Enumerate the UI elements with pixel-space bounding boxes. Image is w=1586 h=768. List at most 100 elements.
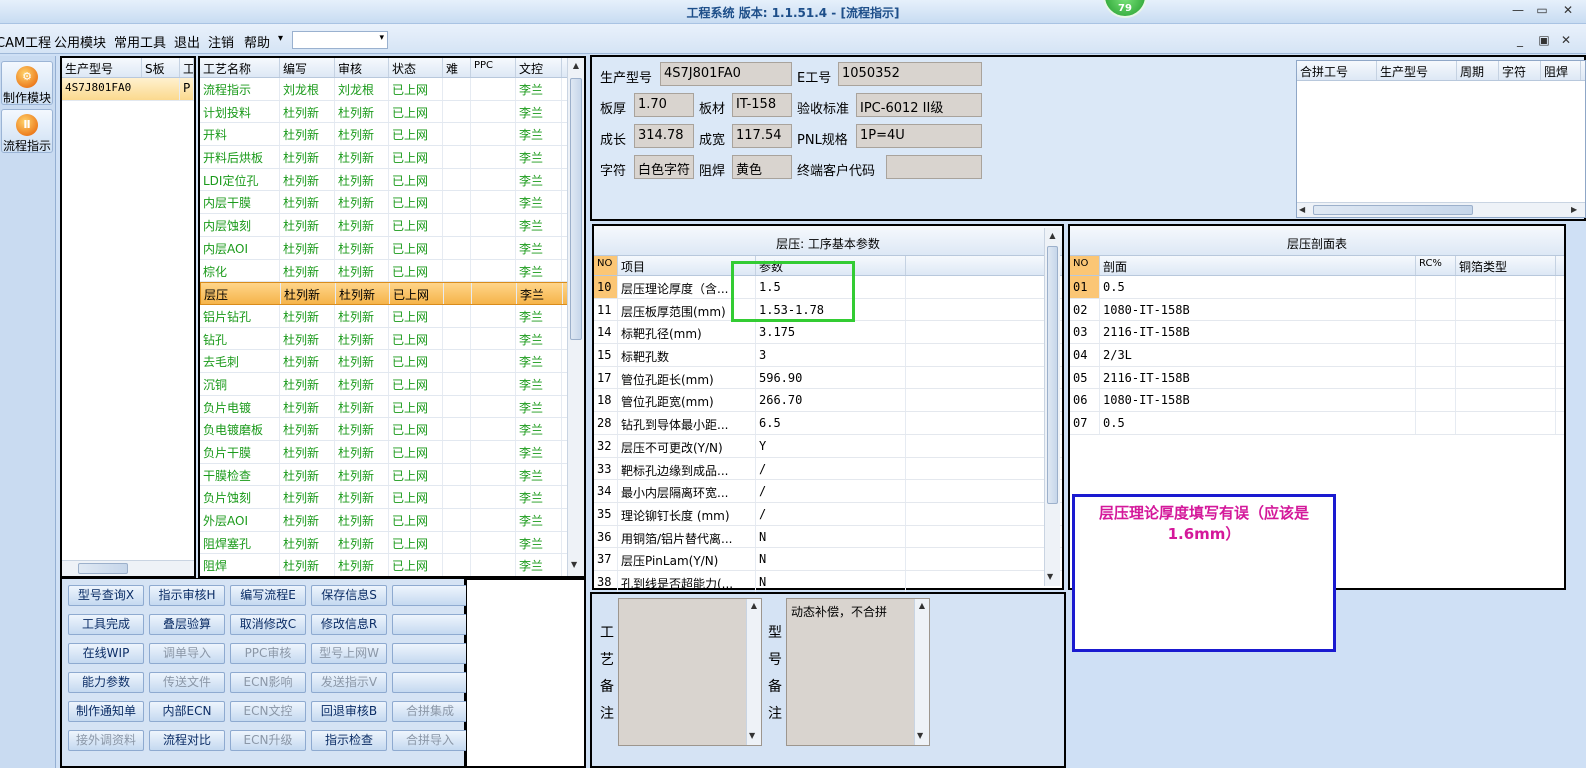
pnl-field[interactable]: 1P=4U [856, 124, 982, 148]
mdi-close-button[interactable]: ✕ [1556, 33, 1576, 47]
param-row[interactable]: 34 最小内层隔离环宽... / [594, 480, 1062, 503]
scroll-up-icon[interactable]: ▲ [568, 61, 584, 70]
params-vscroll-thumb[interactable] [1047, 246, 1058, 504]
col-header-mask[interactable]: 阻焊 [1541, 61, 1581, 80]
scroll-down-icon[interactable]: ▼ [1047, 572, 1053, 581]
scroll-down-icon[interactable]: ▼ [749, 731, 755, 740]
module-button-make[interactable]: ⚙ 制作模块 [1, 61, 53, 105]
profile-row[interactable]: 02 1080-IT-158B [1070, 298, 1564, 322]
process-vscroll-thumb[interactable] [570, 78, 582, 340]
col-header-model[interactable]: 生产型号 [62, 58, 142, 77]
menu-combo-box[interactable]: ▾ [292, 31, 388, 49]
thickness-field[interactable]: 1.70 [634, 93, 694, 117]
action-button[interactable]: 保存信息S [311, 585, 387, 606]
action-button[interactable]: 型号上网W [311, 643, 387, 664]
action-button[interactable] [392, 585, 468, 606]
col-header-section[interactable]: 剖面 [1100, 256, 1416, 275]
close-button[interactable]: ✕ [1558, 3, 1578, 17]
param-value[interactable]: 266.70 [756, 389, 906, 412]
model-note-textarea[interactable]: 动态补偿，不合拼 [786, 598, 930, 746]
model-hscrollbar[interactable] [62, 560, 194, 576]
process-row[interactable]: 阻焊 杜列新 杜列新 已上网 李兰 [200, 554, 584, 576]
param-row[interactable]: 18 管位孔距宽(mm) 266.70 [594, 389, 1062, 413]
process-row[interactable]: 开料后烘板 杜列新 杜列新 已上网 李兰 [200, 146, 584, 169]
action-button[interactable]: 修改信息R [311, 614, 387, 635]
action-button[interactable]: 合拼导入 [392, 730, 468, 751]
mdi-minimize-button[interactable]: _ [1510, 33, 1530, 47]
menu-exit[interactable]: 退出 [174, 32, 200, 51]
col-header-merge-no[interactable]: 合拼工号 [1297, 61, 1377, 80]
col-header-no[interactable]: NO [1070, 256, 1100, 275]
col-header-foil-type[interactable]: 铜箔类型 [1456, 256, 1556, 275]
action-button[interactable]: 编写流程E [230, 585, 306, 606]
process-row[interactable]: 棕化 杜列新 杜列新 已上网 李兰 [200, 259, 584, 283]
process-row[interactable]: 层压 杜列新 杜列新 已上网 李兰 [200, 282, 584, 305]
param-value[interactable]: 3.175 [756, 321, 906, 344]
action-button[interactable]: 内部ECN [149, 701, 225, 722]
action-button[interactable]: PPC审核 [230, 643, 306, 664]
action-button[interactable]: 制作通知单 [68, 701, 144, 722]
length-field[interactable]: 314.78 [634, 124, 694, 148]
action-button[interactable]: ECN升级 [230, 730, 306, 751]
mask-field[interactable]: 黄色 [732, 155, 792, 179]
action-button[interactable]: 发送指示V [311, 672, 387, 693]
process-note-scrollbar[interactable]: ▲ ▼ [746, 599, 761, 745]
action-button[interactable] [392, 614, 468, 635]
process-row[interactable]: 去毛刺 杜列新 杜列新 已上网 李兰 [200, 350, 584, 373]
menu-tools[interactable]: 常用工具 [114, 32, 166, 51]
action-button[interactable]: 回退审核B [311, 701, 387, 722]
param-value[interactable]: 6.5 [756, 412, 906, 434]
col-header-s-board[interactable]: S板 [142, 58, 180, 77]
profile-row[interactable]: 04 2/3L [1070, 344, 1564, 367]
action-button[interactable]: 在线WIP [68, 643, 144, 664]
material-field[interactable]: IT-158 [732, 93, 792, 117]
param-value[interactable]: Y [756, 434, 906, 457]
standard-field[interactable]: IPC-6012 II级 [856, 93, 982, 117]
param-value[interactable]: N [756, 525, 906, 548]
param-row[interactable]: 35 理论铆钉长度 (mm) / [594, 502, 1062, 526]
col-header-difficulty[interactable]: 难 [443, 58, 471, 77]
param-row[interactable]: 33 靶标孔边缘到成品... / [594, 457, 1062, 481]
process-row[interactable]: 沉铜 杜列新 杜列新 已上网 李兰 [200, 372, 584, 396]
param-value[interactable]: N [756, 548, 906, 570]
process-row[interactable]: 负片蚀刻 杜列新 杜列新 已上网 李兰 [200, 486, 584, 510]
process-row[interactable]: 阻焊塞孔 杜列新 杜列新 已上网 李兰 [200, 531, 584, 555]
col-header-rc[interactable]: RC% [1416, 256, 1456, 275]
mdi-restore-button[interactable]: ▣ [1534, 33, 1554, 47]
model-note-scrollbar[interactable]: ▲ ▼ [914, 599, 929, 745]
maximize-button[interactable]: ▭ [1532, 3, 1552, 17]
process-row[interactable]: 内层蚀刻 杜列新 杜列新 已上网 李兰 [200, 214, 584, 237]
param-value[interactable]: 3 [756, 344, 906, 366]
scroll-right-icon[interactable]: ▶ [1571, 205, 1577, 214]
action-button[interactable]: 调单导入 [149, 643, 225, 664]
param-value[interactable]: N [756, 570, 906, 593]
col-header-author[interactable]: 编写 [280, 58, 335, 77]
action-button[interactable]: 传送文件 [149, 672, 225, 693]
col-header-reviewer[interactable]: 审核 [335, 58, 389, 77]
col-header-process[interactable]: 工艺名称 [200, 58, 280, 77]
width-field[interactable]: 117.54 [732, 124, 792, 148]
scroll-left-icon[interactable]: ◀ [1299, 205, 1305, 214]
menu-help[interactable]: 帮助 [244, 32, 270, 51]
merge-hscrollbar[interactable]: ◀ ▶ [1297, 202, 1585, 217]
product-model-field[interactable]: 4S7J801FA0 [660, 62, 792, 86]
action-button[interactable]: 流程对比 [149, 730, 225, 751]
action-button[interactable]: 型号查询X [68, 585, 144, 606]
minimize-button[interactable]: — [1508, 3, 1528, 17]
menu-common-module[interactable]: 公用模块 [54, 32, 106, 51]
col-header-doc-control[interactable]: 文控 [516, 58, 562, 77]
param-value[interactable]: / [756, 457, 906, 480]
param-row[interactable]: 36 用铜箔/铝片替代离... N [594, 525, 1062, 549]
action-button[interactable]: 取消修改C [230, 614, 306, 635]
param-value[interactable]: / [756, 480, 906, 502]
process-row[interactable]: 负片电镀 杜列新 杜列新 已上网 李兰 [200, 395, 584, 419]
action-button[interactable]: 指示审核H [149, 585, 225, 606]
e-no-field[interactable]: 1050352 [838, 62, 982, 86]
param-row[interactable]: 17 管位孔距长(mm) 596.90 [594, 366, 1062, 390]
profile-row[interactable]: 05 2116-IT-158B [1070, 366, 1564, 390]
process-row[interactable]: 负片干膜 杜列新 杜列新 已上网 李兰 [200, 441, 584, 464]
action-button[interactable]: 工具完成 [68, 614, 144, 635]
scroll-up-icon[interactable]: ▲ [1045, 231, 1060, 240]
col-header-char[interactable]: 字符 [1499, 61, 1541, 80]
profile-row[interactable]: 01 0.5 [1070, 276, 1564, 299]
